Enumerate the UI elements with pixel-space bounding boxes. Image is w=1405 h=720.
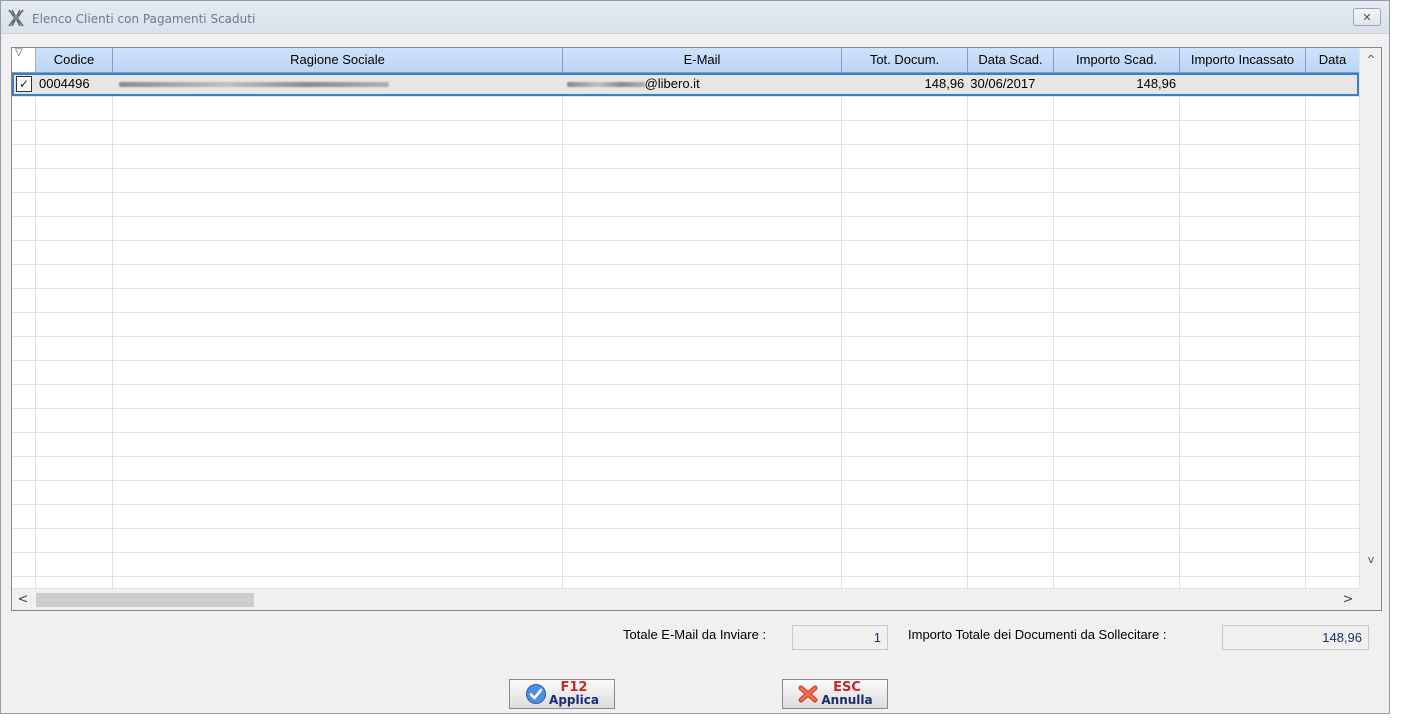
scroll-down-icon[interactable]: v bbox=[1360, 550, 1381, 570]
email-domain: @libero.it bbox=[644, 76, 700, 91]
cancel-text: Annulla bbox=[821, 693, 873, 707]
title-bar: Elenco Clienti con Pagamenti Scaduti ✕ bbox=[1, 1, 1389, 34]
close-icon: ✕ bbox=[1362, 10, 1372, 24]
select-all-icon: ▽ bbox=[15, 48, 23, 58]
table-row[interactable]: ✓ 0004496 @libero.it 148,96 30/06/2017 1… bbox=[12, 73, 1359, 96]
close-button[interactable]: ✕ bbox=[1353, 8, 1381, 26]
cell-data bbox=[1305, 73, 1359, 96]
cell-data-scad: 30/06/2017 bbox=[970, 76, 1036, 91]
scroll-left-icon[interactable]: < bbox=[12, 589, 34, 610]
scroll-thumb[interactable] bbox=[36, 593, 254, 607]
column-header-data-scad[interactable]: Data Scad. bbox=[968, 48, 1054, 73]
clients-grid[interactable]: ▽ Codice Ragione Sociale E-Mail Tot. Doc… bbox=[11, 47, 1382, 611]
apply-button[interactable]: F12 Applica bbox=[509, 679, 615, 709]
column-header-importo-incassato[interactable]: Importo Incassato bbox=[1180, 48, 1306, 73]
column-header-email[interactable]: E-Mail bbox=[563, 48, 842, 73]
cell-codice: 0004496 bbox=[38, 76, 90, 91]
scroll-right-icon[interactable]: > bbox=[1337, 589, 1359, 610]
apply-text: Applica bbox=[549, 693, 599, 707]
scroll-up-icon[interactable]: ^ bbox=[1360, 50, 1381, 70]
horizontal-scrollbar[interactable]: < > bbox=[12, 588, 1359, 610]
check-icon: ✓ bbox=[18, 77, 30, 91]
column-header-tot-docum[interactable]: Tot. Docum. bbox=[842, 48, 968, 73]
vertical-scrollbar[interactable]: ^ v bbox=[1359, 48, 1381, 588]
cell-importo-scad: 148,96 bbox=[1136, 76, 1177, 91]
red-x-icon bbox=[798, 685, 818, 703]
scroll-corner bbox=[1359, 588, 1381, 610]
cancel-button[interactable]: ESC Annulla bbox=[782, 679, 888, 709]
redacted-text bbox=[566, 82, 645, 88]
grid-header: ▽ Codice Ragione Sociale E-Mail Tot. Doc… bbox=[12, 48, 1360, 73]
window-title: Elenco Clienti con Pagamenti Scaduti bbox=[32, 12, 256, 26]
grid-body[interactable]: ✓ 0004496 @libero.it 148,96 30/06/2017 1… bbox=[12, 73, 1359, 588]
column-header-codice[interactable]: Codice bbox=[36, 48, 113, 73]
column-header-ragione-sociale[interactable]: Ragione Sociale bbox=[113, 48, 563, 73]
dialog-window: Elenco Clienti con Pagamenti Scaduti ✕ ▽… bbox=[0, 0, 1390, 714]
total-amount-label: Importo Totale dei Documenti da Sollecit… bbox=[908, 627, 1167, 642]
cancel-button-label: ESC Annulla bbox=[821, 681, 873, 707]
column-header-data[interactable]: Data bbox=[1306, 48, 1360, 73]
total-email-field: 1 bbox=[792, 625, 888, 650]
cell-email: @libero.it bbox=[563, 73, 842, 96]
column-header-importo-scad[interactable]: Importo Scad. bbox=[1054, 48, 1180, 73]
row-select-cell[interactable]: ✓ bbox=[12, 73, 36, 96]
redacted-text bbox=[118, 82, 389, 88]
check-circle-icon bbox=[526, 684, 547, 704]
cell-ragione-sociale bbox=[113, 73, 563, 96]
cell-tot-docum: 148,96 bbox=[924, 76, 965, 91]
select-all-header[interactable]: ▽ bbox=[12, 48, 36, 73]
total-amount-field: 148,96 bbox=[1222, 625, 1369, 650]
app-icon bbox=[8, 9, 24, 27]
apply-button-label: F12 Applica bbox=[549, 681, 599, 707]
total-email-label: Totale E-Mail da Inviare : bbox=[623, 627, 767, 642]
cell-importo-incassato bbox=[1179, 73, 1305, 96]
row-checkbox[interactable]: ✓ bbox=[16, 76, 32, 92]
